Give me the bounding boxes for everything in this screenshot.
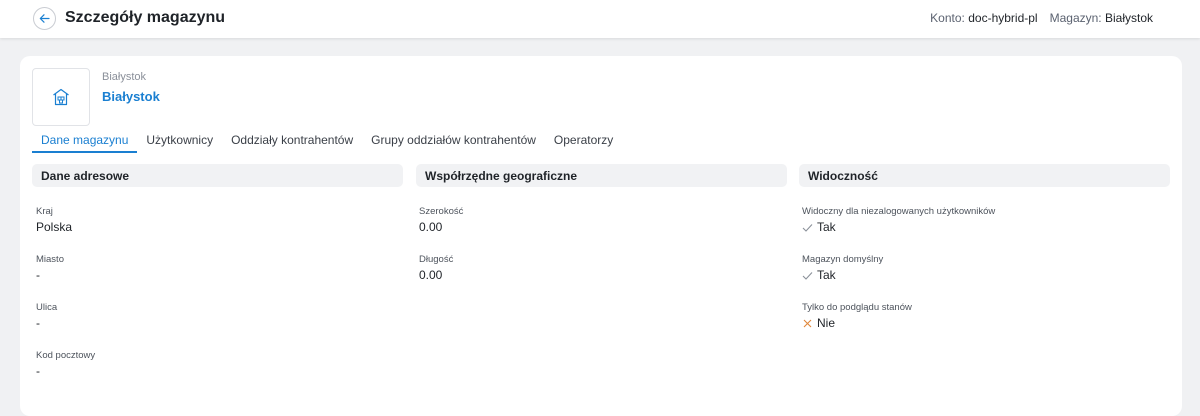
warehouse-value: Białystok <box>1104 11 1153 25</box>
field-value: - <box>36 316 40 330</box>
field-label: Widoczny dla niezalogowanych użytkownikó… <box>802 206 996 217</box>
field-value: - <box>36 364 40 378</box>
warehouse-icon <box>53 88 69 106</box>
field-value: 0.00 <box>419 268 443 282</box>
warehouse-thumbnail <box>32 68 90 126</box>
field-label: Długość <box>419 254 454 265</box>
tab-contractor-branches[interactable]: Oddziały kontrahentów <box>222 131 362 153</box>
field-value: - <box>36 268 40 282</box>
check-icon <box>802 223 813 232</box>
top-bar: Szczegóły magazynu Konto: doc-hybrid-pl … <box>0 0 1200 38</box>
section-geo-title: Współrzędne geograficzne <box>416 164 787 187</box>
cross-icon <box>803 319 812 327</box>
field-value: Tak <box>802 220 995 234</box>
warehouse-info: Magazyn: Białystok <box>1050 11 1153 25</box>
field-visible-unlogged: Widoczny dla niezalogowanych użytkownikó… <box>802 206 995 234</box>
tab-users[interactable]: Użytkownicy <box>137 131 222 153</box>
section-visibility-title: Widoczność <box>799 164 1170 187</box>
account-value: doc-hybrid-pl <box>968 11 1038 25</box>
field-label: Szerokość <box>419 206 464 217</box>
field-latitude: Szerokość 0.00 <box>419 206 463 234</box>
field-default-warehouse: Magazyn domyślny Tak <box>802 254 883 282</box>
value-text: Tak <box>817 268 836 282</box>
field-label: Ulica <box>36 302 58 313</box>
field-value: 0.00 <box>419 220 443 234</box>
check-icon <box>802 271 813 280</box>
field-country: Kraj Polska <box>36 206 72 234</box>
tab-contractor-branch-groups[interactable]: Grupy oddziałów kontrahentów <box>362 131 545 153</box>
page-title: Szczegóły magazynu <box>65 9 226 26</box>
context-info: Konto: doc-hybrid-pl Magazyn: Białystok <box>930 11 1153 25</box>
field-label: Kod pocztowy <box>36 350 96 361</box>
value-text: Nie <box>817 316 836 330</box>
tab-warehouse-data[interactable]: Dane magazynu <box>32 131 138 153</box>
field-value: Nie <box>802 316 912 330</box>
back-button[interactable] <box>33 7 56 30</box>
field-label: Kraj <box>36 206 53 217</box>
tab-bar: Dane magazynu Użytkownicy Oddziały kontr… <box>32 131 622 153</box>
section-address-title: Dane adresowe <box>32 164 403 187</box>
field-stock-preview-only: Tylko do podglądu stanów Nie <box>802 302 912 330</box>
field-city: Miasto - <box>36 254 64 282</box>
arrow-left-icon <box>39 14 50 23</box>
field-postal-code: Kod pocztowy - <box>36 350 95 378</box>
account-info: Konto: doc-hybrid-pl <box>930 11 1037 25</box>
field-label: Miasto <box>36 254 64 265</box>
field-value: Tak <box>802 268 883 282</box>
warehouse-subtitle: Białystok <box>102 71 147 83</box>
warehouse-name: Białystok <box>102 89 160 104</box>
field-street: Ulica - <box>36 302 57 330</box>
field-longitude: Długość 0.00 <box>419 254 453 282</box>
warehouse-label: Magazyn: <box>1049 11 1102 25</box>
warehouse-details-card: Białystok Białystok Dane magazynu Użytko… <box>20 56 1182 416</box>
field-label: Magazyn domyślny <box>802 254 884 265</box>
value-text: Tak <box>817 220 836 234</box>
account-label: Konto: <box>930 11 965 25</box>
field-label: Tylko do podglądu stanów <box>802 302 912 313</box>
tab-operators[interactable]: Operatorzy <box>545 131 622 153</box>
field-value: Polska <box>36 220 73 234</box>
